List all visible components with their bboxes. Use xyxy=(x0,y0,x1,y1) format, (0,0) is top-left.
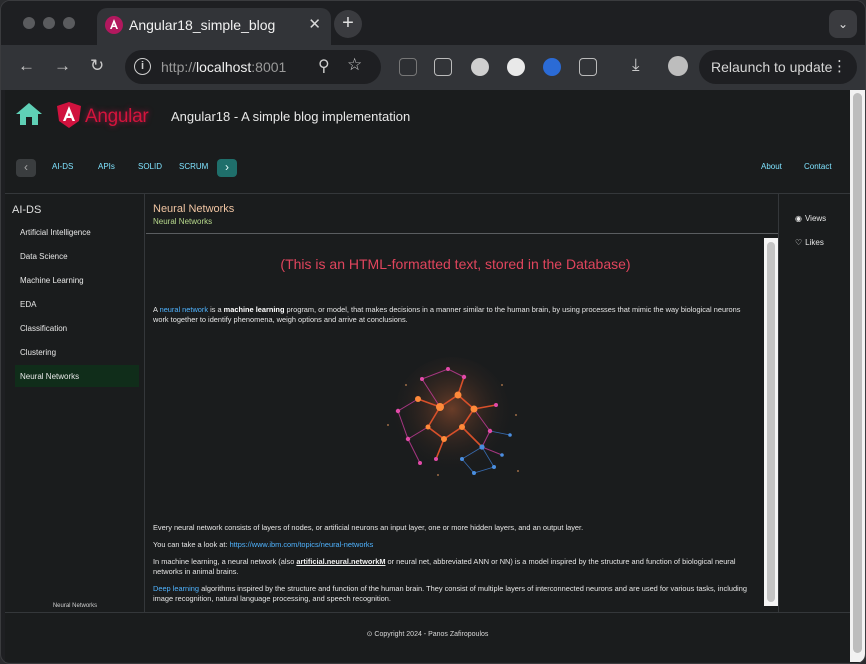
sidebar-item-machine-learning[interactable]: Machine Learning xyxy=(15,269,139,291)
nav-link-contact[interactable]: Contact xyxy=(804,162,832,171)
back-arrow-icon[interactable]: ← xyxy=(18,56,35,76)
post-header: Neural Networks Neural Networks xyxy=(153,203,234,226)
page-footer: ⊙ Copyright 2024 - Panos Zafiropoulos xyxy=(5,630,850,638)
post-paragraph-5: Deep learning algorithms inspired by the… xyxy=(153,584,747,603)
profile-avatar-icon[interactable] xyxy=(668,56,688,76)
views-counter[interactable]: ◉ Views xyxy=(795,214,826,223)
views-label: Views xyxy=(804,214,827,223)
copyright-text: Copyright 2024 - Panos Zafiropoulos xyxy=(374,631,489,638)
nav-link-ai-ds[interactable]: AI-DS xyxy=(52,162,73,171)
nav-link-scrum[interactable]: SCRUM xyxy=(179,162,208,171)
neural-network-image xyxy=(378,355,526,483)
extension-icon-3[interactable] xyxy=(471,58,489,76)
sidebar-item-eda[interactable]: EDA xyxy=(15,293,139,315)
page-viewport: Angular Angular18 - A simple blog implem… xyxy=(5,90,850,662)
nav-link-solid[interactable]: SOLID xyxy=(138,162,162,171)
sidebar-item-neural-networks[interactable]: Neural Networks xyxy=(15,365,139,387)
eye-icon: ◉ xyxy=(795,214,802,223)
nav-scroll-right-button[interactable]: › xyxy=(217,159,237,177)
angular-brand-text: Angular xyxy=(85,106,149,127)
tab-title: Angular18_simple_blog xyxy=(129,17,276,33)
browser-toolbar: ← → ↻ i http://localhost:8001 ⚲ ☆ ⤓ Rela… xyxy=(1,45,865,90)
sidebar-heading: AI-DS xyxy=(12,204,42,216)
sidebar-item-data-science[interactable]: Data Science xyxy=(15,245,139,267)
likes-button[interactable]: ♡ Likes xyxy=(795,238,824,247)
post-paragraph-1: A neural network is a machine learning p… xyxy=(153,305,741,324)
download-icon[interactable]: ⤓ xyxy=(632,55,640,75)
extension-icon-1[interactable] xyxy=(399,58,417,76)
deep-learning-link[interactable]: Deep learning xyxy=(153,584,199,593)
bookmark-star-icon[interactable]: ☆ xyxy=(347,55,362,75)
divider xyxy=(778,194,779,612)
post-content[interactable]: (This is an HTML-formatted text, stored … xyxy=(146,238,765,608)
site-title: Angular18 - A simple blog implementation xyxy=(171,109,411,124)
relaunch-label: Relaunch to update xyxy=(711,59,833,75)
content-scrollbar-thumb[interactable] xyxy=(767,242,775,602)
nav-scroll-left-button[interactable]: ‹ xyxy=(16,159,36,177)
extension-icon-2[interactable] xyxy=(434,58,452,76)
sidebar-item-artificial-intelligence[interactable]: Artificial Intelligence xyxy=(15,221,139,243)
site-info-icon[interactable]: i xyxy=(134,58,151,75)
tab-strip: Angular18_simple_blog ✕ + ⌄ xyxy=(1,1,865,45)
heart-icon: ♡ xyxy=(795,238,803,247)
neural-network-link[interactable]: neural network xyxy=(160,305,208,314)
angular-logo-icon xyxy=(57,102,81,128)
window-zoom-dot[interactable] xyxy=(63,17,75,29)
post-paragraph-4: In machine learning, a neural network (a… xyxy=(153,557,736,576)
zoom-icon[interactable]: ⚲ xyxy=(318,56,330,76)
home-icon[interactable] xyxy=(15,102,43,126)
browser-menu-icon[interactable]: ⋮ xyxy=(832,57,847,75)
html-format-note: (This is an HTML-formatted text, stored … xyxy=(280,256,631,272)
tab-search-menu-button[interactable]: ⌄ xyxy=(829,10,857,38)
post-paragraph-3: You can take a look at: https://www.ibm.… xyxy=(153,540,374,549)
top-nav-bar: ‹ AI-DS APIs SOLID SCRUM › About Contact xyxy=(5,148,850,188)
likes-label: Likes xyxy=(805,238,824,247)
address-url[interactable]: http://localhost:8001 xyxy=(161,59,286,75)
sidebar-footer-label: Neural Networks xyxy=(52,603,98,609)
window-close-dot[interactable] xyxy=(23,17,35,29)
relaunch-to-update-button[interactable]: Relaunch to update ⋮ xyxy=(699,50,857,84)
forward-arrow-icon[interactable]: → xyxy=(54,56,71,76)
tab-close-icon[interactable]: ✕ xyxy=(308,15,321,33)
browser-tab-active[interactable]: Angular18_simple_blog ✕ xyxy=(97,8,331,45)
sidebar-item-clustering[interactable]: Clustering xyxy=(15,341,139,363)
content-scrollbar[interactable] xyxy=(764,238,778,606)
reload-icon[interactable]: ↻ xyxy=(90,56,104,76)
window-minimize-dot[interactable] xyxy=(43,17,55,29)
browser-window: Angular18_simple_blog ✕ + ⌄ ← → ↻ i http… xyxy=(0,0,866,664)
extension-icon-4[interactable] xyxy=(507,58,525,76)
page-scrollbar-thumb[interactable] xyxy=(853,93,862,653)
divider xyxy=(146,233,778,234)
extension-icon-5[interactable] xyxy=(543,58,561,76)
ibm-reference-link[interactable]: https://www.ibm.com/topics/neural-networ… xyxy=(230,540,374,549)
address-bar[interactable]: i http://localhost:8001 ⚲ ☆ xyxy=(125,50,381,84)
angular-favicon-icon xyxy=(105,16,123,34)
sidebar: AI-DS Artificial Intelligence Data Scien… xyxy=(5,194,145,612)
nav-link-about[interactable]: About xyxy=(761,162,782,171)
sidebar-item-classification[interactable]: Classification xyxy=(15,317,139,339)
post-subtitle: Neural Networks xyxy=(153,217,213,226)
post-title: Neural Networks xyxy=(153,203,235,215)
post-paragraph-2: Every neural network consists of layers … xyxy=(153,523,584,532)
divider xyxy=(5,612,850,613)
nav-link-apis[interactable]: APIs xyxy=(98,162,115,171)
new-tab-button[interactable]: + xyxy=(334,10,362,38)
extensions-puzzle-icon[interactable] xyxy=(579,58,597,76)
page-scrollbar[interactable] xyxy=(850,90,865,662)
